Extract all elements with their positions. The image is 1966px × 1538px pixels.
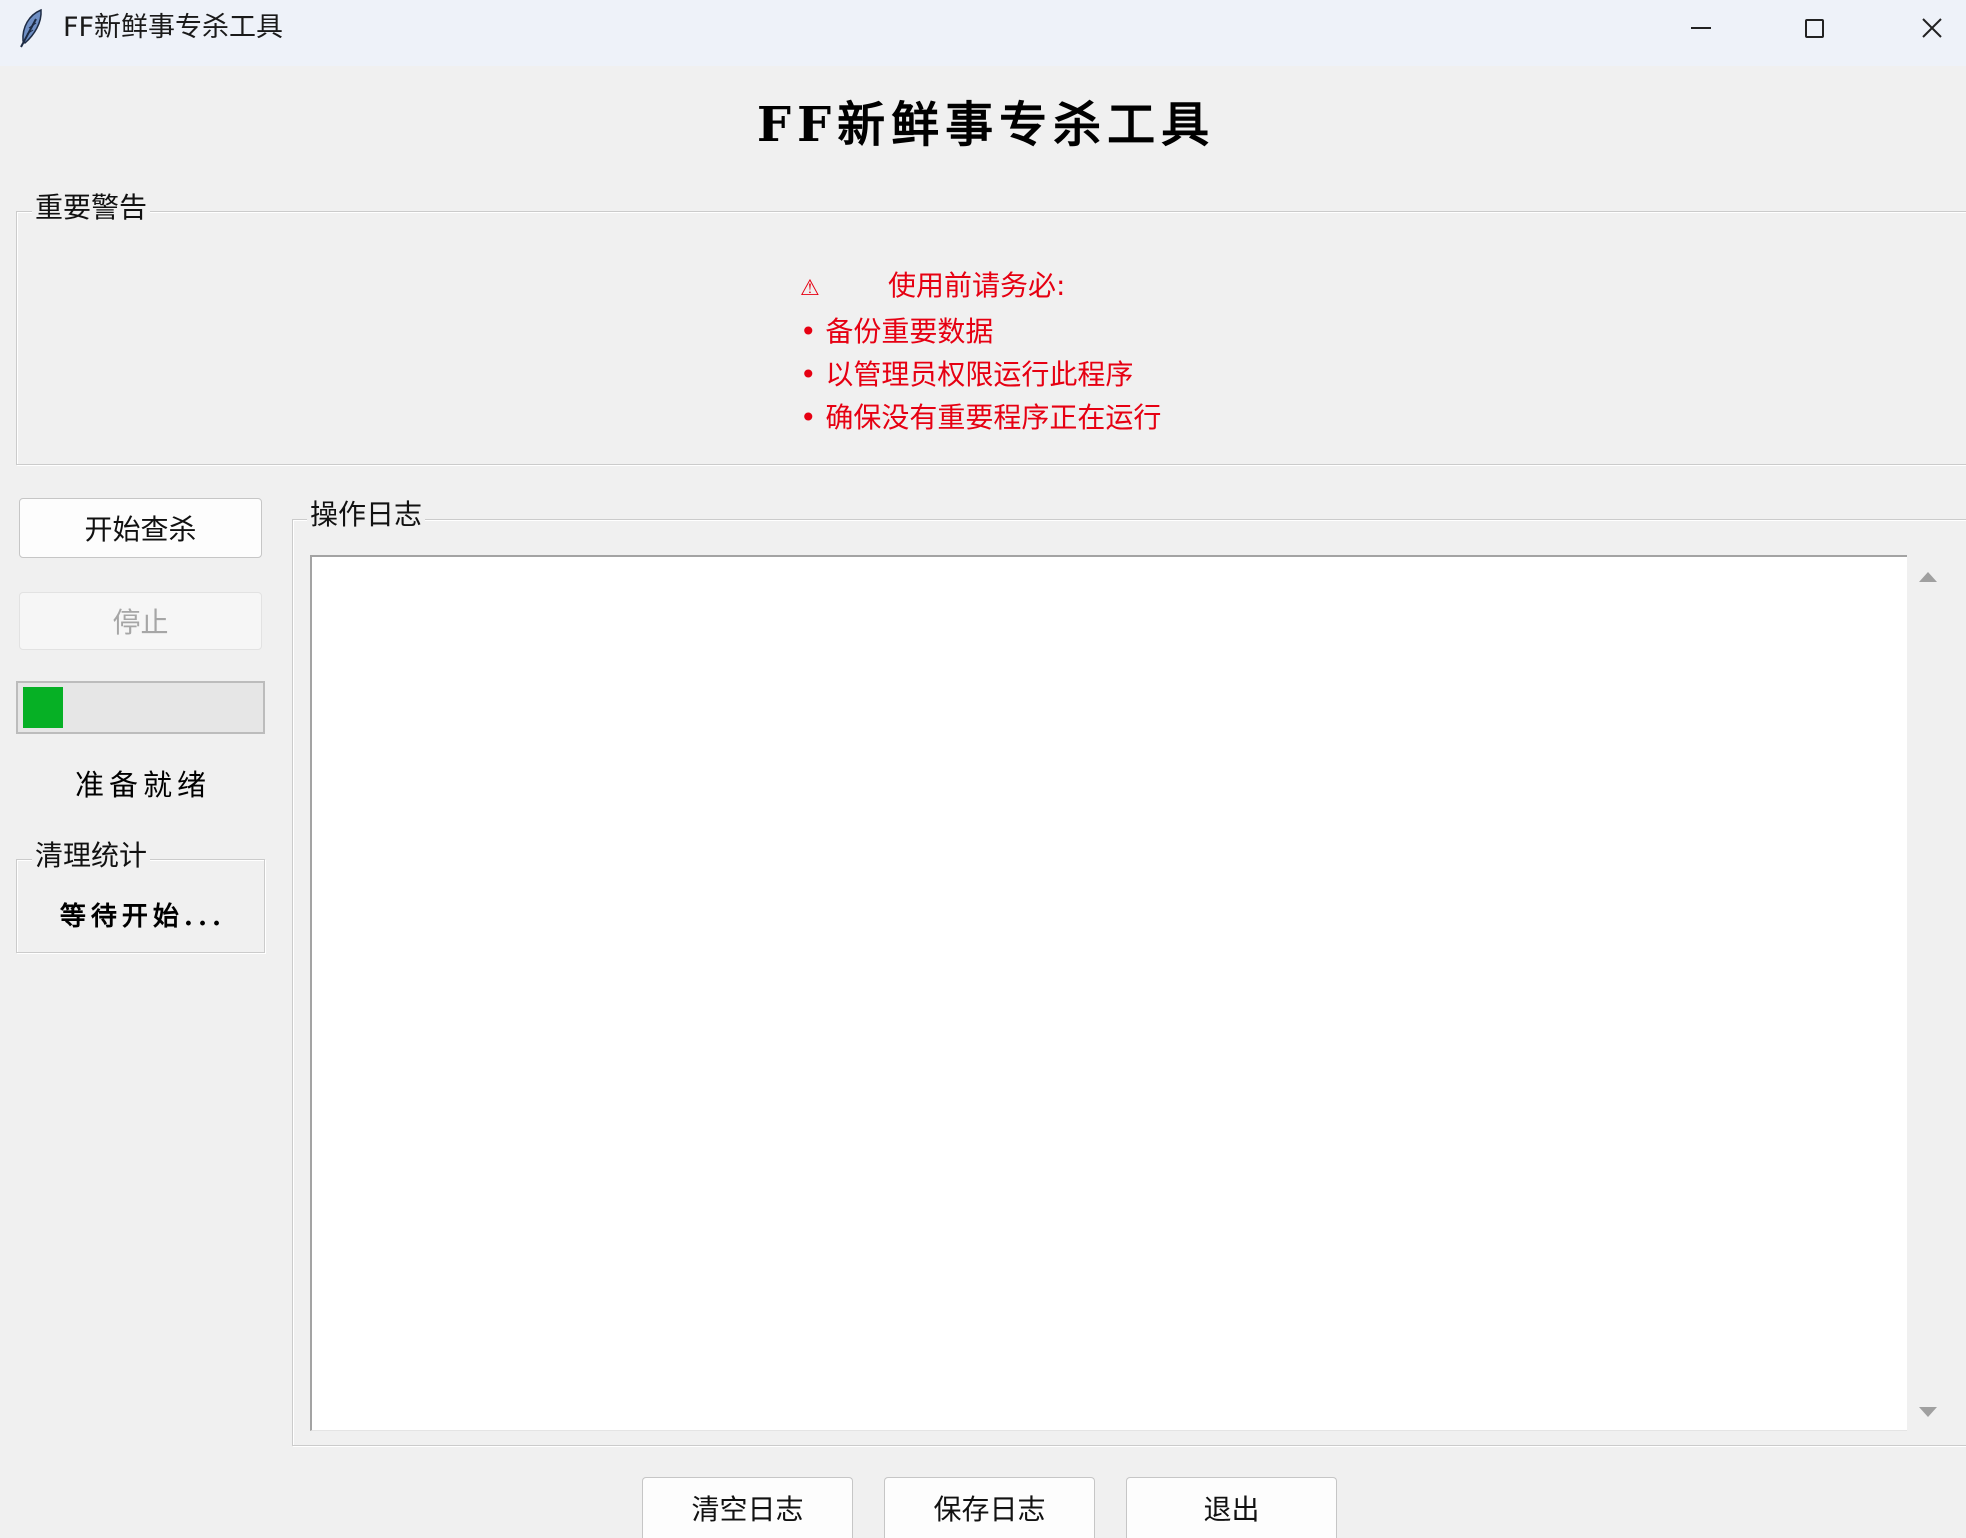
warning-message: ⚠ 使用前请务必: • 备份重要数据 • 以管理员权限运行此程序 • 确保没有重要… xyxy=(800,264,1161,439)
warning-frame-label: 重要警告 xyxy=(32,191,151,225)
log-frame-label: 操作日志 xyxy=(307,498,426,532)
log-scrollbar[interactable] xyxy=(1908,555,1948,1431)
warning-heading: 使用前请务必: xyxy=(888,269,1066,302)
warning-heading-line: ⚠ 使用前请务必: xyxy=(800,264,1161,310)
scroll-down-arrow-icon[interactable] xyxy=(1916,1402,1940,1422)
stop-button[interactable]: 停止 xyxy=(19,592,262,650)
progress-fill xyxy=(23,687,63,728)
window-title: FF新鲜事专杀工具 xyxy=(63,12,284,43)
maximize-icon xyxy=(1805,18,1824,38)
minimize-button[interactable] xyxy=(1666,0,1735,56)
warning-icon: ⚠ xyxy=(800,276,820,301)
stats-text: 等待开始... xyxy=(59,902,227,932)
page-title: FF新鲜事专杀工具 xyxy=(756,97,1216,153)
status-label: 准备就绪 xyxy=(74,768,211,802)
close-icon xyxy=(1921,17,1943,39)
warning-item: • 以管理员权限运行此程序 xyxy=(800,358,1134,391)
maximize-button[interactable] xyxy=(1780,0,1849,56)
log-textarea[interactable] xyxy=(310,555,1907,1431)
title-bar: FF新鲜事专杀工具 xyxy=(0,0,1966,66)
stats-frame-label: 清理统计 xyxy=(32,839,151,873)
clear-log-button[interactable]: 清空日志 xyxy=(642,1477,853,1538)
save-log-button[interactable]: 保存日志 xyxy=(884,1477,1095,1538)
warning-item: • 备份重要数据 xyxy=(800,315,994,348)
exit-button[interactable]: 退出 xyxy=(1126,1477,1337,1538)
progress-track xyxy=(23,687,258,728)
close-button[interactable] xyxy=(1897,0,1966,56)
minimize-icon xyxy=(1690,27,1711,29)
scroll-up-arrow-icon[interactable] xyxy=(1916,567,1940,587)
feather-icon xyxy=(17,8,45,48)
start-scan-button[interactable]: 开始查杀 xyxy=(19,498,262,558)
warning-item: • 确保没有重要程序正在运行 xyxy=(800,401,1162,434)
progress-bar xyxy=(16,681,265,734)
